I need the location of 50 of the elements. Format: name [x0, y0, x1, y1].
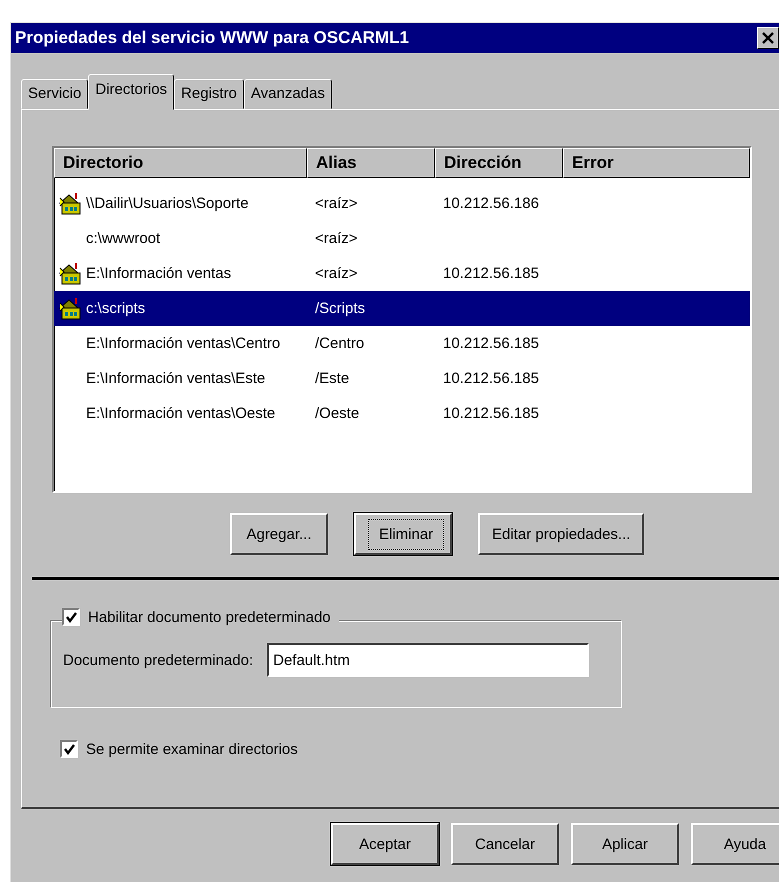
close-icon [761, 31, 775, 45]
table-row[interactable]: E:\Información ventas\Oeste /Oeste 10.212.56.185 [54, 396, 750, 431]
column-header[interactable]: Dirección [435, 148, 563, 178]
input-field[interactable]: Default.htm [267, 643, 590, 677]
dialog-button[interactable]: Agregar... [230, 513, 328, 555]
table-row[interactable]: \\Dailir\Usuarios\Soporte <raíz> 10.212.56.186 [54, 186, 750, 221]
table-cell: /Centro [315, 335, 364, 352]
table-cell: <raíz> [315, 230, 358, 247]
table-cell: 10.212.56.185 [443, 405, 539, 422]
dialog-button[interactable]: Eliminar [354, 513, 452, 555]
table-cell: E:\Información ventas\Oeste [86, 405, 276, 422]
close-button[interactable] [757, 27, 779, 49]
checkbox-label: Habilitar documento predeterminado [88, 608, 331, 626]
checkbox[interactable] [60, 740, 78, 758]
column-header[interactable]: Directorio [54, 148, 307, 178]
table-cell: 10.212.56.185 [443, 265, 539, 282]
table-cell: c:\scripts [86, 300, 146, 317]
dialog-button[interactable]: Editar propiedades... [478, 513, 644, 555]
field-label: Documento predeterminado: [63, 652, 254, 668]
dialog-button[interactable]: Ayuda [691, 823, 779, 865]
table-cell: /Scripts [315, 300, 366, 317]
table-cell: /Oeste [315, 405, 360, 422]
checkbox[interactable] [62, 608, 80, 626]
table-row[interactable]: c:\wwwroot <raíz> [54, 221, 750, 256]
table-cell: <raíz> [315, 265, 358, 282]
table-row[interactable]: c:\scripts /Scripts [54, 291, 750, 326]
window-title: Propiedades del servicio WWW para OSCARML1 [15, 28, 409, 48]
table-cell: 10.212.56.186 [443, 195, 539, 212]
table-row[interactable]: E:\Información ventas\Este /Este 10.212.56.185 [54, 361, 750, 396]
dialog-button[interactable]: Aplicar [571, 823, 679, 865]
tab[interactable]: Directorios [88, 74, 174, 110]
table-cell: 10.212.56.185 [443, 335, 539, 352]
table-row[interactable]: E:\Información ventas <raíz> 10.212.56.185 [54, 256, 750, 291]
table-cell: /Este [315, 370, 350, 387]
table-cell: 10.212.56.185 [443, 370, 539, 387]
dialog-button[interactable]: Cancelar [451, 823, 559, 865]
table-cell: E:\Información ventas\Centro [86, 335, 280, 352]
table-row[interactable]: E:\Información ventas\Centro /Centro 10.212.56.185 [54, 326, 750, 361]
table-cell: <raíz> [315, 195, 358, 212]
dialog-button[interactable]: Aceptar [331, 823, 439, 865]
tab[interactable]: Avanzadas [244, 79, 332, 109]
column-header[interactable]: Alias [307, 148, 435, 178]
tab[interactable]: Servicio [21, 79, 88, 109]
table-cell: E:\Información ventas\Este [86, 370, 266, 387]
checkbox-label: Se permite examinar directorios [86, 740, 298, 758]
column-header[interactable]: Error [563, 148, 750, 178]
tab[interactable]: Registro [174, 79, 244, 109]
table-cell: \\Dailir\Usuarios\Soporte [86, 195, 249, 212]
table-cell: c:\wwwroot [86, 230, 160, 247]
table-cell: E:\Información ventas [86, 265, 232, 282]
